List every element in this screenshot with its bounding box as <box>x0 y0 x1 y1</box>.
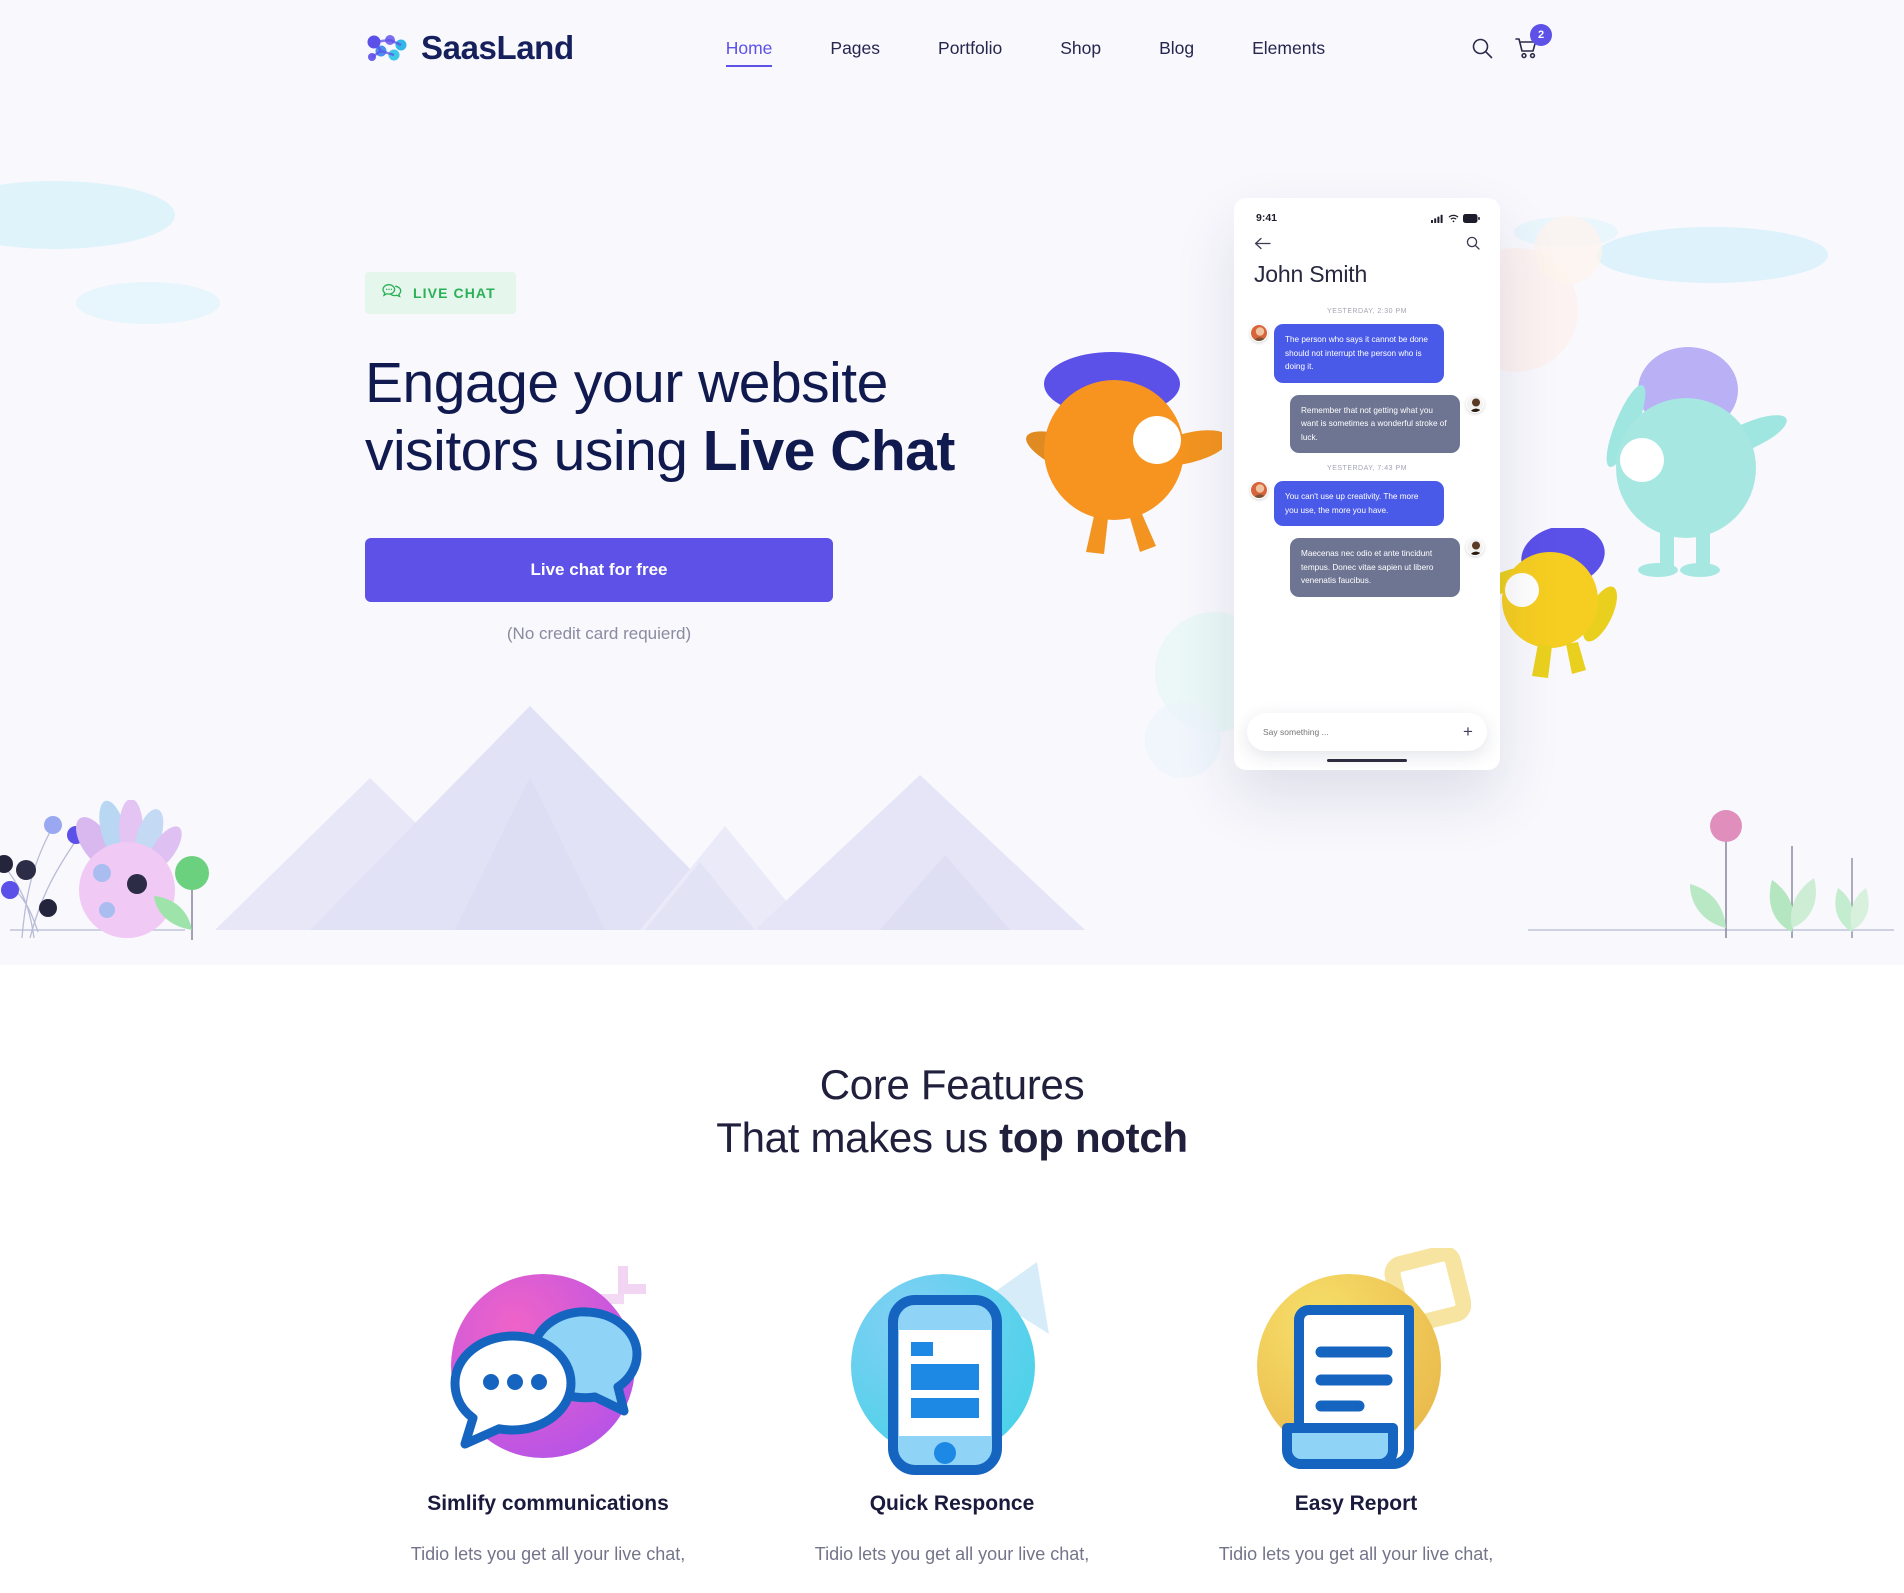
chat-bubbles-icon <box>378 1228 718 1498</box>
live-chat-badge-label: LIVE CHAT <box>413 285 496 301</box>
chat-bubble-incoming: You can't use up creativity. The more yo… <box>1274 481 1444 527</box>
brand-logo[interactable]: SaasLand <box>365 29 574 67</box>
nav-item-blog[interactable]: Blog <box>1130 38 1223 59</box>
hero-title-highlight: Live Chat <box>702 419 956 484</box>
navbar-actions: 2 <box>1471 24 1552 59</box>
avatar <box>1466 538 1484 557</box>
feature-title: Quick Responce <box>869 1492 1035 1515</box>
feature-description: Tidio lets you get all your live chat, <box>814 1544 1090 1564</box>
phone-topbar <box>1234 228 1500 255</box>
feature-card-grid: Simlify communications Tidio lets you ge… <box>0 1228 1904 1569</box>
cart-icon[interactable]: 2 <box>1515 24 1552 59</box>
nav-item-shop[interactable]: Shop <box>1031 38 1130 59</box>
navbar: SaasLand Home Pages Portfolio Shop Blog … <box>0 0 1904 96</box>
feature-card: Simlify communications Tidio lets you ge… <box>378 1228 718 1569</box>
battery-icon <box>1463 213 1480 223</box>
nav-item-pages[interactable]: Pages <box>801 38 909 59</box>
hero-title-line2: visitors using <box>365 419 703 484</box>
orange-character-decor <box>1026 352 1222 554</box>
avatar <box>1250 481 1268 500</box>
document-report-icon <box>1186 1228 1526 1498</box>
feature-card: Quick Responce Tidio lets you get all yo… <box>782 1228 1122 1569</box>
wifi-icon <box>1448 214 1459 222</box>
nav-item-portfolio[interactable]: Portfolio <box>909 38 1031 59</box>
brand-name: SaasLand <box>421 29 574 66</box>
chat-timestamp: YESTERDAY, 2:30 PM <box>1327 308 1407 315</box>
plus-icon[interactable]: + <box>1457 721 1479 743</box>
chat-message-row: You can't use up creativity. The more yo… <box>1250 481 1484 527</box>
phone-mockup: 9:41 John Smith YESTERDAY, 2:30 PM The p… <box>1234 198 1500 770</box>
nav-item-home[interactable]: Home <box>697 38 802 67</box>
avatar <box>1466 394 1484 413</box>
chat-message-row: Maecenas nec odio et ante tincidunt temp… <box>1250 538 1484 597</box>
chat-bubble-icon <box>382 283 402 303</box>
chat-message-row: Remember that not getting what you want … <box>1250 394 1484 454</box>
live-chat-badge: LIVE CHAT <box>365 272 516 314</box>
feature-description: Tidio lets you get all your live chat, <box>410 1544 686 1564</box>
search-icon[interactable] <box>1471 37 1493 59</box>
main-navigation: Home Pages Portfolio Shop Blog Elements <box>697 38 1354 67</box>
tree-decor-right <box>1690 810 1869 938</box>
say-something-input[interactable] <box>1263 727 1447 737</box>
chat-message-row: The person who says it cannot be done sh… <box>1250 324 1484 383</box>
saasland-dots-logo-icon <box>365 33 407 63</box>
feature-card: Easy Report Tidio lets you get all your … <box>1186 1228 1526 1569</box>
hero-title-line1: Engage your website <box>365 351 888 415</box>
arrow-left-icon[interactable] <box>1254 237 1271 255</box>
no-credit-card-note: (No credit card requierd) <box>506 623 692 643</box>
phone-search-icon[interactable] <box>1466 236 1480 255</box>
hero-section: SaasLand Home Pages Portfolio Shop Blog … <box>0 0 1904 965</box>
phone-status-icons <box>1431 213 1480 223</box>
nav-item-elements[interactable]: Elements <box>1223 38 1354 59</box>
phone-status-bar: 9:41 <box>1234 198 1500 228</box>
avatar <box>1250 324 1268 342</box>
phone-status-time: 9:41 <box>1256 212 1278 224</box>
feature-title: Simlify communications <box>427 1492 669 1515</box>
hero-content: LIVE CHAT Engage your website visitors u… <box>365 272 985 644</box>
chat-bubble-outgoing: Remember that not getting what you want … <box>1290 394 1460 454</box>
cart-count-badge: 2 <box>1530 24 1552 46</box>
features-title-highlight: top notch <box>999 1113 1188 1161</box>
core-features-section: Core Features That makes us top notch Si… <box>0 965 1904 1569</box>
feature-title: Easy Report <box>1294 1492 1418 1515</box>
live-chat-for-free-button[interactable]: Live chat for free <box>365 537 833 602</box>
phone-home-indicator <box>1327 759 1407 762</box>
phone-message-input-bar[interactable]: + <box>1247 713 1487 751</box>
phone-contact-name: John Smith <box>1254 261 1368 287</box>
chat-bubble-outgoing: Maecenas nec odio et ante tincidunt temp… <box>1290 538 1460 597</box>
chat-timestamp: YESTERDAY, 7:43 PM <box>1327 465 1407 473</box>
signal-icon <box>1431 214 1443 223</box>
features-title-line2: That makes us <box>716 1113 1000 1161</box>
yellow-character-decor <box>1488 528 1618 678</box>
feature-description: Tidio lets you get all your live chat, <box>1218 1544 1494 1564</box>
green-plant-decor <box>154 856 209 940</box>
features-title-line1: Core Features <box>819 1061 1085 1108</box>
features-title: Core Features That makes us top notch <box>0 1059 1904 1164</box>
chat-bubble-incoming: The person who says it cannot be done sh… <box>1274 324 1444 383</box>
phone-chat-body: YESTERDAY, 2:30 PM The person who says i… <box>1234 300 1500 709</box>
mobile-phone-icon <box>782 1228 1122 1498</box>
hero-title: Engage your website visitors using Live … <box>365 349 985 486</box>
